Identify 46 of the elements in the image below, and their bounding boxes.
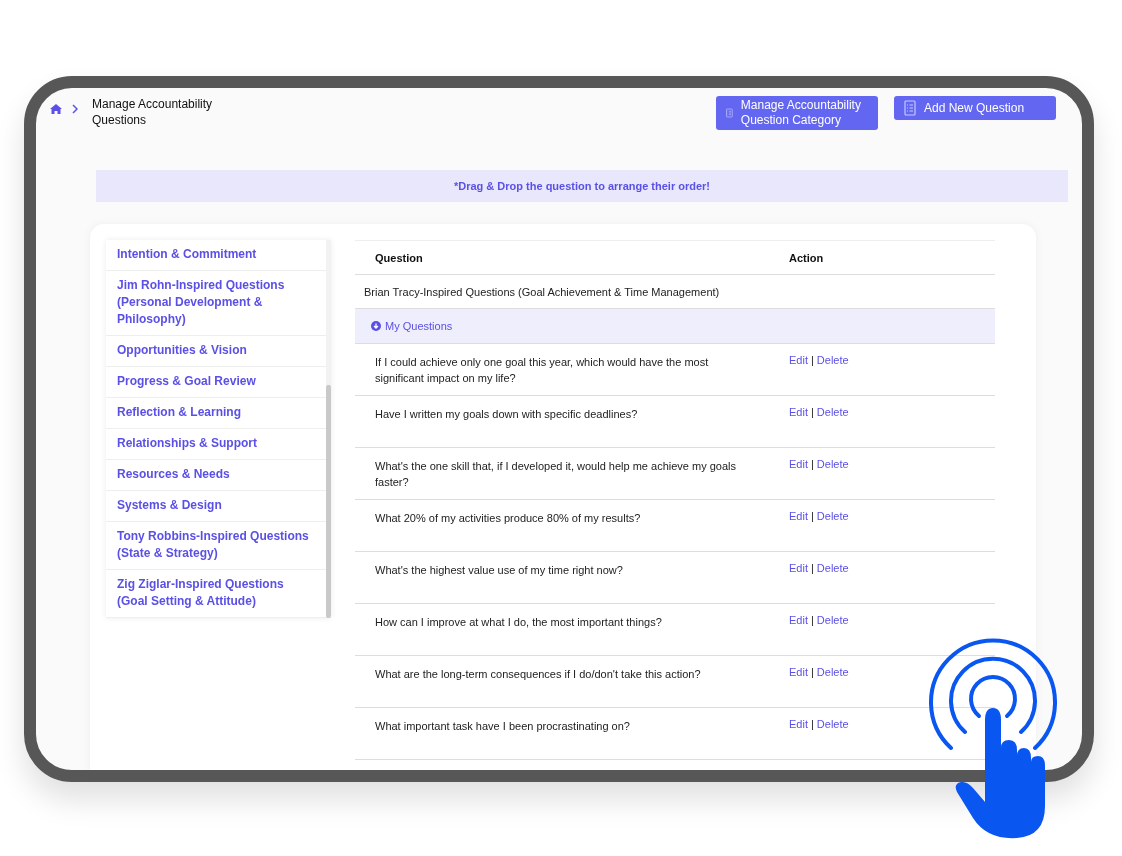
- separator: |: [810, 406, 814, 418]
- delete-link[interactable]: Delete: [816, 562, 849, 574]
- manage-category-button[interactable]: Manage Accountability Question Category: [716, 96, 878, 130]
- add-question-button[interactable]: Add New Question: [894, 96, 1056, 120]
- column-header: Action: [789, 251, 824, 264]
- question-text: If I could achieve only one goal this year, which would have the most significant impact on my life?: [375, 355, 710, 386]
- column-header: Question: [375, 251, 423, 264]
- question-text: What 20% of my activities produce 80% of my results?: [375, 511, 642, 526]
- question-text: What are the long-term consequences if I do/don't take this action?: [375, 667, 702, 682]
- question-text: What's the highest value use of my time right now?: [375, 563, 624, 578]
- scrollbar[interactable]: [326, 240, 331, 618]
- delete-link[interactable]: Delete: [816, 406, 849, 418]
- separator: |: [810, 562, 814, 574]
- edit-link[interactable]: Edit: [789, 562, 808, 574]
- delete-link[interactable]: Delete: [816, 666, 849, 678]
- delete-link[interactable]: Delete: [816, 354, 849, 366]
- edit-link[interactable]: Edit: [789, 354, 808, 366]
- arrow-down-circle-icon: [371, 321, 381, 331]
- list-icon: [904, 100, 916, 116]
- edit-link[interactable]: Edit: [789, 718, 808, 730]
- drag-drop-notice: *Drag & Drop the question to arrange their order!: [96, 170, 1068, 202]
- edit-link[interactable]: Edit: [789, 666, 808, 678]
- edit-link[interactable]: Edit: [789, 406, 808, 418]
- separator: |: [810, 614, 814, 626]
- delete-link[interactable]: Delete: [816, 614, 849, 626]
- separator: |: [810, 718, 814, 730]
- chevron-right-icon: [72, 104, 78, 114]
- category-title: Brian Tracy-Inspired Questions (Goal Achievement & Time Management): [363, 285, 720, 298]
- question-text: What important task have I been procrastinating on?: [375, 719, 631, 734]
- delete-link[interactable]: Delete: [816, 458, 849, 470]
- page-title: Manage Accountability Questions: [92, 96, 214, 128]
- edit-link[interactable]: Edit: [789, 614, 808, 626]
- delete-link[interactable]: Delete: [816, 718, 849, 730]
- group-toggle[interactable]: My Questions: [355, 320, 453, 332]
- question-text: Have I written my goals down with specific deadlines?: [375, 407, 639, 422]
- separator: |: [810, 458, 814, 470]
- separator: |: [810, 354, 814, 366]
- edit-link[interactable]: Edit: [789, 458, 808, 470]
- home-icon[interactable]: [50, 104, 62, 114]
- question-text: What's the one skill that, if I developed it, would help me achieve my goals faster?: [375, 459, 737, 490]
- list-icon: [726, 105, 733, 121]
- separator: |: [810, 510, 814, 522]
- delete-link[interactable]: Delete: [816, 510, 849, 522]
- question-text: How can I improve at what I do, the most important things?: [375, 615, 663, 630]
- edit-link[interactable]: Edit: [789, 510, 808, 522]
- separator: |: [810, 666, 814, 678]
